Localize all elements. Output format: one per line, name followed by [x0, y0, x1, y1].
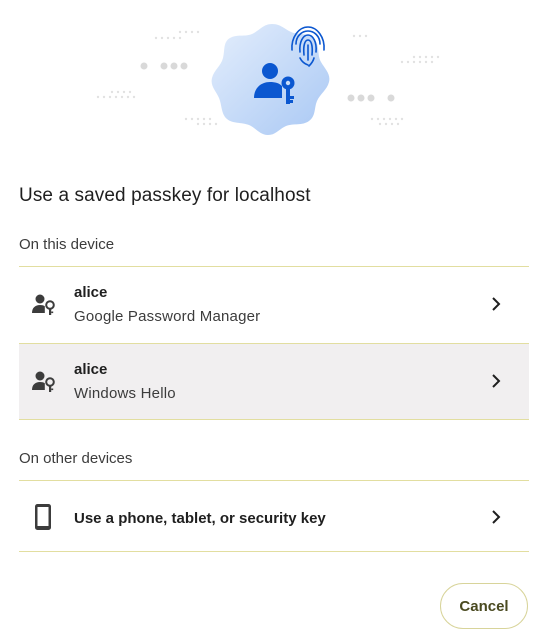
chevron-right-icon [492, 374, 501, 388]
section-label-other-devices: On other devices [19, 450, 133, 467]
passkey-provider: Windows Hello [74, 385, 176, 402]
use-other-device-option[interactable]: Use a phone, tablet, or security key [19, 481, 529, 553]
divider [19, 551, 529, 552]
illustration-blob [211, 24, 330, 135]
passkey-user-icon [32, 371, 55, 392]
passkey-option-google-password-manager[interactable]: alice Google Password Manager [19, 267, 529, 343]
section-label-this-device: On this device [19, 236, 115, 253]
passkey-hero-graphic [96, 24, 440, 135]
chevron-right-icon [492, 297, 501, 311]
passkey-option-windows-hello[interactable]: alice Windows Hello [19, 344, 529, 420]
use-other-device-label: Use a phone, tablet, or security key [74, 510, 326, 527]
passkey-illustration [0, 0, 544, 160]
chevron-right-icon [492, 510, 501, 524]
divider [19, 419, 529, 420]
cancel-button[interactable]: Cancel [440, 583, 528, 629]
passkey-provider: Google Password Manager [74, 308, 261, 325]
phone-icon [35, 504, 51, 530]
passkey-user-icon [32, 294, 55, 315]
dialog-title: Use a saved passkey for localhost [19, 185, 311, 206]
passkey-username: alice [74, 284, 108, 301]
decorative-dots-right [347, 34, 440, 126]
decorative-dots-left [96, 30, 218, 126]
passkey-username: alice [74, 361, 108, 378]
